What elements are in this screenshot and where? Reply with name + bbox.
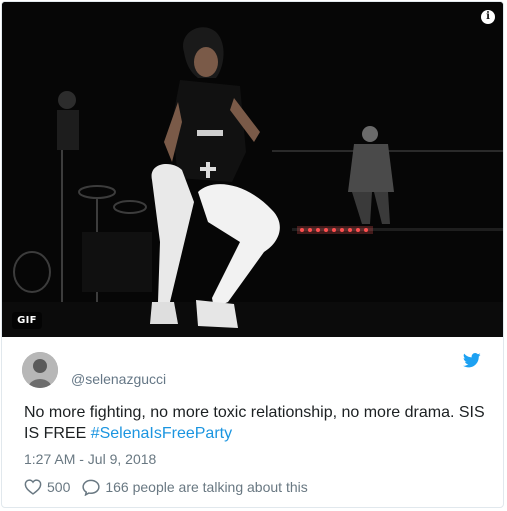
tweet-timestamp[interactable]: 1:27 AM - Jul 9, 2018 <box>24 451 156 467</box>
heart-icon <box>24 479 42 495</box>
embedded-tweet-card: GIF i @selenazgucci No more fighting, no… <box>1 1 504 508</box>
conversation-action[interactable]: 166 people are talking about this <box>82 479 308 496</box>
like-count: 500 <box>47 479 71 495</box>
gif-badge: GIF <box>12 312 42 329</box>
tweet-text: No more fighting, no more toxic relation… <box>24 402 494 444</box>
info-icon[interactable]: i <box>481 10 495 24</box>
speech-bubble-icon <box>82 479 100 496</box>
tweet-actions: 500 166 people are talking about this <box>24 478 308 496</box>
talking-about-text: 166 people are talking about this <box>105 479 308 495</box>
twitter-bird-icon[interactable] <box>462 353 481 368</box>
user-handle[interactable]: @selenazgucci <box>71 371 166 387</box>
avatar[interactable] <box>22 352 58 388</box>
avatar-image <box>22 352 58 388</box>
gif-frame-illustration <box>2 2 503 337</box>
like-action[interactable]: 500 <box>24 479 82 495</box>
hashtag-link[interactable]: #SelenaIsFreeParty <box>91 425 232 442</box>
gif-media[interactable]: GIF i <box>2 2 503 337</box>
